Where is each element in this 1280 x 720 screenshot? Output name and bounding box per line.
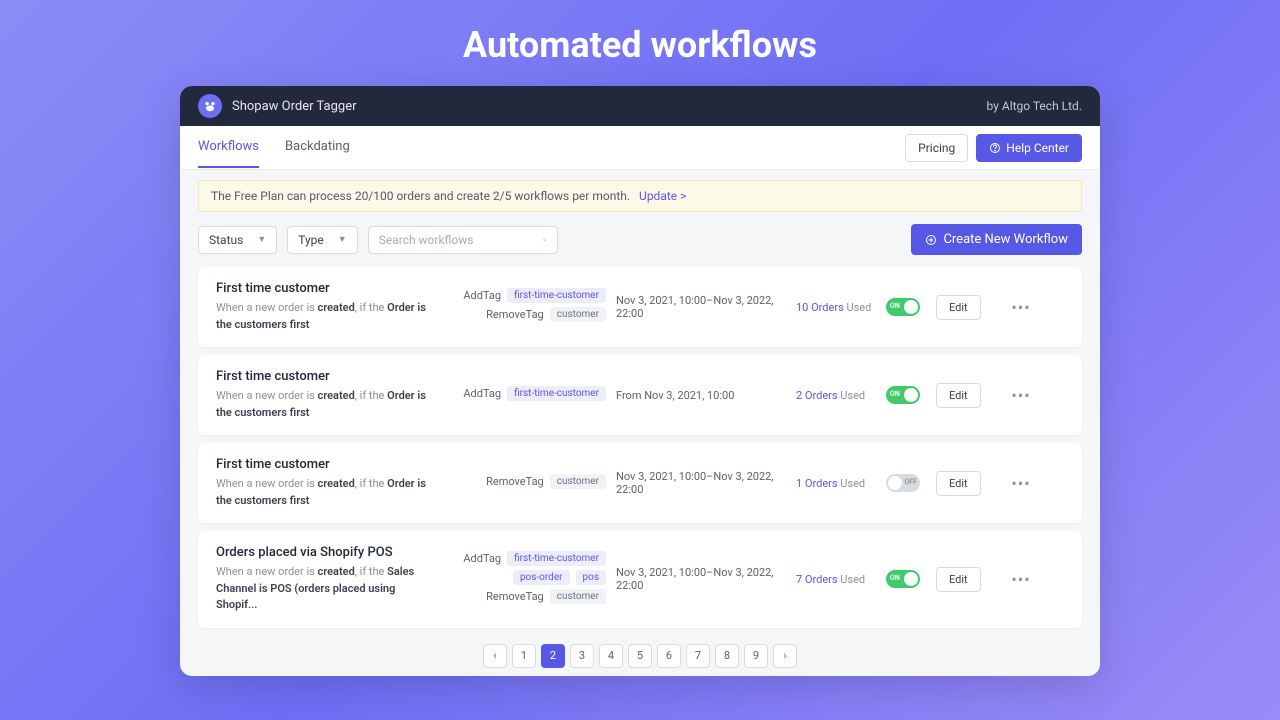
more-actions-icon[interactable]: ••• xyxy=(1006,298,1036,317)
tag-chip: first-time-customer xyxy=(507,386,606,401)
workflow-date-range: From Nov 3, 2021, 10:00 xyxy=(616,389,786,402)
workflow-title: First time customer xyxy=(216,281,426,296)
workflow-list: First time customer When a new order is c… xyxy=(180,267,1100,628)
tag-action-label: RemoveTag xyxy=(486,475,544,488)
help-icon xyxy=(989,142,1001,154)
toggle-state-label: ON xyxy=(890,302,900,310)
tabbar: Workflows Backdating Pricing Help Center xyxy=(180,126,1100,170)
toolbar: Status ▼ Type ▼ Create New Workflow xyxy=(180,212,1100,267)
plan-notice: The Free Plan can process 20/100 orders … xyxy=(198,180,1082,212)
type-filter-label: Type xyxy=(298,233,324,247)
tag-action-label: RemoveTag xyxy=(486,308,544,321)
toggle-state-label: ON xyxy=(890,574,900,582)
page-next[interactable]: › xyxy=(773,644,797,668)
edit-button[interactable]: Edit xyxy=(936,383,981,408)
workflow-toggle[interactable]: ON xyxy=(886,298,920,316)
workflow-usage: 10 Orders Used xyxy=(796,301,876,314)
workflow-date-range: Nov 3, 2021, 10:00–Nov 3, 2022, 22:00 xyxy=(616,294,786,320)
more-actions-icon[interactable]: ••• xyxy=(1006,386,1036,405)
workflow-row: First time customer When a new order is c… xyxy=(198,355,1082,435)
tag-chip: customer xyxy=(550,589,606,604)
tab-backdating[interactable]: Backdating xyxy=(285,127,350,168)
status-filter-label: Status xyxy=(209,233,243,247)
tag-actions: AddTag first-time-customer pos-order pos Rem… xyxy=(436,551,606,608)
toggle-state-label: OFF xyxy=(904,478,917,486)
app-vendor: by Altgo Tech Ltd. xyxy=(987,99,1082,113)
page-prev[interactable]: ‹ xyxy=(483,644,507,668)
tag-action-label: RemoveTag xyxy=(486,590,544,603)
app-window: Shopaw Order Tagger by Altgo Tech Ltd. W… xyxy=(180,86,1100,676)
page-1[interactable]: 1 xyxy=(512,644,536,668)
pagination: ‹123456789› xyxy=(180,628,1100,677)
workflow-title: Orders placed via Shopify POS xyxy=(216,545,426,560)
workflow-title: First time customer xyxy=(216,369,426,384)
tag-action-label: AddTag xyxy=(463,289,501,302)
tag-actions: RemoveTag customer xyxy=(436,474,606,493)
workflow-date-range: Nov 3, 2021, 10:00–Nov 3, 2022, 22:00 xyxy=(616,470,786,496)
app-logo-icon xyxy=(198,94,222,118)
more-actions-icon[interactable]: ••• xyxy=(1006,474,1036,493)
type-filter[interactable]: Type ▼ xyxy=(287,226,357,254)
toggle-state-label: ON xyxy=(890,390,900,398)
page-9[interactable]: 9 xyxy=(744,644,768,668)
workflow-description: When a new order is created, if the Sale… xyxy=(216,564,426,614)
create-workflow-button[interactable]: Create New Workflow xyxy=(911,224,1082,255)
page-title: Automated workflows xyxy=(0,0,1280,66)
workflow-toggle[interactable]: ON xyxy=(886,570,920,588)
workflow-usage: 2 Orders Used xyxy=(796,389,876,402)
workflow-usage: 1 Orders Used xyxy=(796,477,876,490)
workflow-usage: 7 Orders Used xyxy=(796,573,876,586)
status-filter[interactable]: Status ▼ xyxy=(198,226,277,254)
tag-action-label: AddTag xyxy=(463,552,501,565)
edit-button[interactable]: Edit xyxy=(936,471,981,496)
notice-text: The Free Plan can process 20/100 orders … xyxy=(211,189,630,203)
search-input[interactable] xyxy=(379,233,535,247)
page-2[interactable]: 2 xyxy=(541,644,565,668)
more-actions-icon[interactable]: ••• xyxy=(1006,570,1036,589)
tag-action-label: AddTag xyxy=(463,387,501,400)
workflow-title: First time customer xyxy=(216,457,426,472)
tag-chip: customer xyxy=(550,474,606,489)
tag-chip: first-time-customer xyxy=(507,288,606,303)
help-center-label: Help Center xyxy=(1006,141,1069,155)
help-center-button[interactable]: Help Center xyxy=(976,134,1082,162)
page-6[interactable]: 6 xyxy=(657,644,681,668)
workflow-row: Orders placed via Shopify POS When a new … xyxy=(198,531,1082,628)
workflow-description: When a new order is created, if the Orde… xyxy=(216,476,426,509)
tag-actions: AddTag first-time-customer xyxy=(436,386,606,405)
tag-chip: pos xyxy=(576,570,606,585)
create-workflow-label: Create New Workflow xyxy=(943,232,1068,247)
plus-circle-icon xyxy=(925,234,937,246)
workflow-row: First time customer When a new order is c… xyxy=(198,267,1082,347)
pricing-button[interactable]: Pricing xyxy=(905,134,968,162)
page-8[interactable]: 8 xyxy=(715,644,739,668)
notice-update-link[interactable]: Update > xyxy=(639,189,686,203)
page-7[interactable]: 7 xyxy=(686,644,710,668)
tag-chip: customer xyxy=(550,307,606,322)
workflow-date-range: Nov 3, 2021, 10:00–Nov 3, 2022, 22:00 xyxy=(616,566,786,592)
chevron-down-icon: ▼ xyxy=(257,234,266,245)
edit-button[interactable]: Edit xyxy=(936,567,981,592)
workflow-row: First time customer When a new order is c… xyxy=(198,443,1082,523)
search-box[interactable] xyxy=(368,226,558,254)
workflow-toggle[interactable]: OFF xyxy=(886,474,920,492)
app-header: Shopaw Order Tagger by Altgo Tech Ltd. xyxy=(180,86,1100,126)
tag-chip: first-time-customer xyxy=(507,551,606,566)
workflow-description: When a new order is created, if the Orde… xyxy=(216,300,426,333)
search-icon xyxy=(543,234,547,246)
tag-actions: AddTag first-time-customer RemoveTag custom… xyxy=(436,288,606,326)
tab-workflows[interactable]: Workflows xyxy=(198,127,259,168)
workflow-description: When a new order is created, if the Orde… xyxy=(216,388,426,421)
page-4[interactable]: 4 xyxy=(599,644,623,668)
chevron-down-icon: ▼ xyxy=(338,234,347,245)
app-name: Shopaw Order Tagger xyxy=(232,99,357,114)
edit-button[interactable]: Edit xyxy=(936,295,981,320)
page-5[interactable]: 5 xyxy=(628,644,652,668)
tag-chip: pos-order xyxy=(513,570,570,585)
page-3[interactable]: 3 xyxy=(570,644,594,668)
workflow-toggle[interactable]: ON xyxy=(886,386,920,404)
